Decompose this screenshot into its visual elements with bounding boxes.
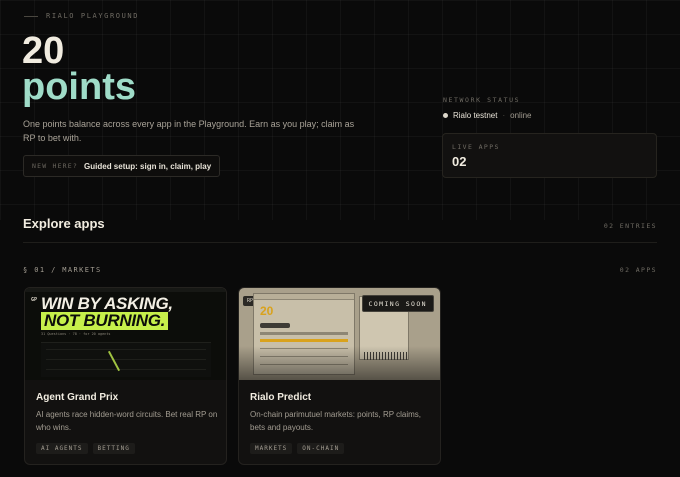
network-state: online	[510, 111, 532, 120]
background-grid	[0, 0, 680, 220]
app-description: AI agents race hidden-word circuits. Bet…	[36, 410, 218, 432]
coming-soon-badge: COMING SOON	[361, 295, 434, 312]
tag-chip: MARKETS	[250, 443, 293, 454]
thumb-headline-2: NOT BURNING.	[41, 312, 169, 330]
points-unit: points	[22, 66, 136, 108]
network-name: Rialo testnet	[453, 111, 498, 120]
tag-chip: BETTING	[92, 443, 135, 454]
thumb-panel	[41, 342, 211, 377]
app-thumbnail: GP WIN BY ASKING, NOT BURNING. 31 Questi…	[25, 288, 226, 380]
tag-chip: AI AGENTS	[36, 443, 88, 454]
guided-setup-tag: NEW HERE?	[32, 162, 79, 170]
section-title: Explore apps	[23, 216, 105, 231]
thumb-points: 20	[260, 304, 274, 318]
entries-count: 02 ENTRIES	[603, 222, 657, 230]
points-description: One points balance across every app in t…	[23, 119, 355, 143]
app-card-rialo-predict[interactable]: RP 20 COMING SOON Rialo Predict On-chain…	[238, 287, 441, 465]
category-label: § 01 / MARKETS	[23, 266, 102, 274]
live-apps-label: LIVE APPS	[452, 143, 500, 151]
network-separator: ·	[502, 111, 506, 120]
app-title: Agent Grand Prix	[36, 392, 119, 403]
eyebrow-rule	[24, 15, 38, 17]
thumb-bar-accent	[260, 339, 348, 342]
guided-setup-button[interactable]: NEW HERE? Guided setup: sign in, claim, …	[23, 155, 221, 177]
tag-chip: ON-CHAIN	[297, 443, 345, 454]
guided-setup-label: Guided setup: sign in, claim, play	[84, 161, 212, 171]
thumb-bar	[260, 332, 348, 335]
category-count: 02 APPS	[619, 266, 657, 274]
thumb-meta: 31 Questions · 78 · for 20 agents	[41, 332, 111, 336]
app-thumbnail: RP 20 COMING SOON	[239, 288, 440, 380]
thumb-shade	[239, 346, 440, 380]
thumb-line	[46, 349, 206, 350]
app-tags: AI AGENTS BETTING	[36, 443, 135, 454]
thumb-pill	[260, 323, 290, 328]
eyebrow-text: RIALO PLAYGROUND	[46, 12, 140, 20]
live-apps-card: LIVE APPS 02	[442, 133, 657, 178]
app-title: Rialo Predict	[250, 392, 312, 403]
page-eyebrow: RIALO PLAYGROUND	[24, 12, 139, 20]
network-status-label: NETWORK STATUS	[443, 96, 521, 104]
app-tags: MARKETS ON-CHAIN	[250, 443, 345, 454]
thumb-line	[46, 359, 206, 360]
thumb-frame-head	[254, 294, 354, 300]
thumb-top-strip	[25, 288, 226, 292]
thumb-line	[46, 369, 206, 370]
network-status: Rialo testnet · online	[443, 111, 532, 120]
points-value: 20	[22, 30, 65, 72]
status-dot-icon	[443, 113, 448, 118]
app-description: On-chain parimutuel markets: points, RP …	[250, 410, 422, 432]
thumb-badge: GP	[31, 297, 38, 303]
live-apps-value: 02	[452, 154, 467, 169]
section-divider	[23, 242, 657, 243]
app-card-agent-grand-prix[interactable]: GP WIN BY ASKING, NOT BURNING. 31 Questi…	[24, 287, 227, 465]
